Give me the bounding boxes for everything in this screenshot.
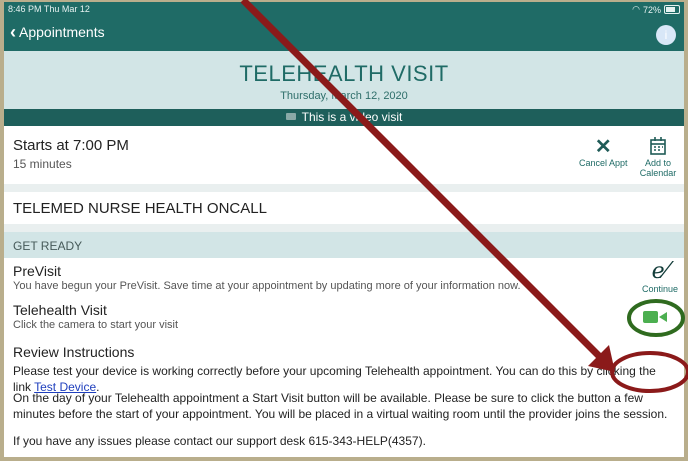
telehealth-description: Click the camera to start your visit <box>13 319 179 331</box>
get-ready-header: GET READY <box>4 232 684 258</box>
provider-name: TELEMED NURSE HEALTH ONCALL <box>13 200 267 217</box>
page-header: TELEHEALTH VISIT Thursday, March 12, 202… <box>4 51 684 109</box>
telehealth-title: Telehealth Visit <box>13 302 107 318</box>
continue-button[interactable]: e⁄ Continue <box>641 259 678 295</box>
app-screen: 8:46 PM Thu Mar 12 ◠ 72% ‹ Appointments … <box>4 2 684 457</box>
visit-date: Thursday, March 12, 2020 <box>280 90 408 102</box>
info-icon[interactable]: i <box>656 25 676 45</box>
close-icon: ✕ <box>594 136 612 158</box>
provider-row: TELEMED NURSE HEALTH ONCALL <box>4 192 684 224</box>
previsit-description: You have begun your PreVisit. Save time … <box>13 280 521 292</box>
camera-icon[interactable] <box>642 309 668 325</box>
review-instructions: Review Instructions Please test your dev… <box>4 342 684 457</box>
wifi-icon: ◠ <box>632 4 640 14</box>
battery-icon <box>664 5 680 14</box>
duration: 15 minutes <box>13 157 72 171</box>
start-time: Starts at 7:00 PM <box>13 137 129 154</box>
instruction-support: If you have any issues please contact ou… <box>13 434 426 448</box>
divider <box>4 184 684 192</box>
chevron-left-icon: ‹ <box>10 22 16 42</box>
previsit-item: PreVisit You have begun your PreVisit. S… <box>4 258 684 296</box>
video-banner-text: This is a video visit <box>301 110 403 124</box>
instruction-start-visit: On the day of your Telehealth appointmen… <box>13 391 668 421</box>
video-banner: This is a video visit <box>4 109 684 126</box>
add-to-calendar-button[interactable]: Add to Calendar <box>637 136 679 178</box>
add-calendar-label: Add to Calendar <box>639 158 677 178</box>
get-ready-heading: GET READY <box>13 239 83 253</box>
back-label: Appointments <box>19 24 105 40</box>
telehealth-visit-item: Telehealth Visit Click the camera to sta… <box>4 300 684 338</box>
previsit-title: PreVisit <box>13 263 61 279</box>
status-bar: 8:46 PM Thu Mar 12 ◠ 72% <box>8 4 680 16</box>
cancel-appt-button[interactable]: ✕ Cancel Appt <box>579 136 628 168</box>
signature-icon: e⁄ <box>651 259 669 284</box>
appointment-time-row: Starts at 7:00 PM 15 minutes ✕ Cancel Ap… <box>4 126 684 185</box>
calendar-icon <box>637 136 679 158</box>
video-icon <box>285 113 296 121</box>
page-title: TELEHEALTH VISIT <box>239 61 449 86</box>
top-bar: 8:46 PM Thu Mar 12 ◠ 72% ‹ Appointments … <box>4 2 684 51</box>
review-title: Review Instructions <box>13 344 135 360</box>
status-time: 8:46 PM Thu Mar 12 <box>8 4 90 14</box>
battery-level: 72% <box>642 4 661 15</box>
back-button[interactable]: ‹ Appointments <box>10 22 105 42</box>
status-right: ◠ 72% <box>632 4 680 15</box>
cancel-appt-label: Cancel Appt <box>579 158 628 168</box>
continue-label: Continue <box>641 284 678 294</box>
divider <box>4 224 684 232</box>
